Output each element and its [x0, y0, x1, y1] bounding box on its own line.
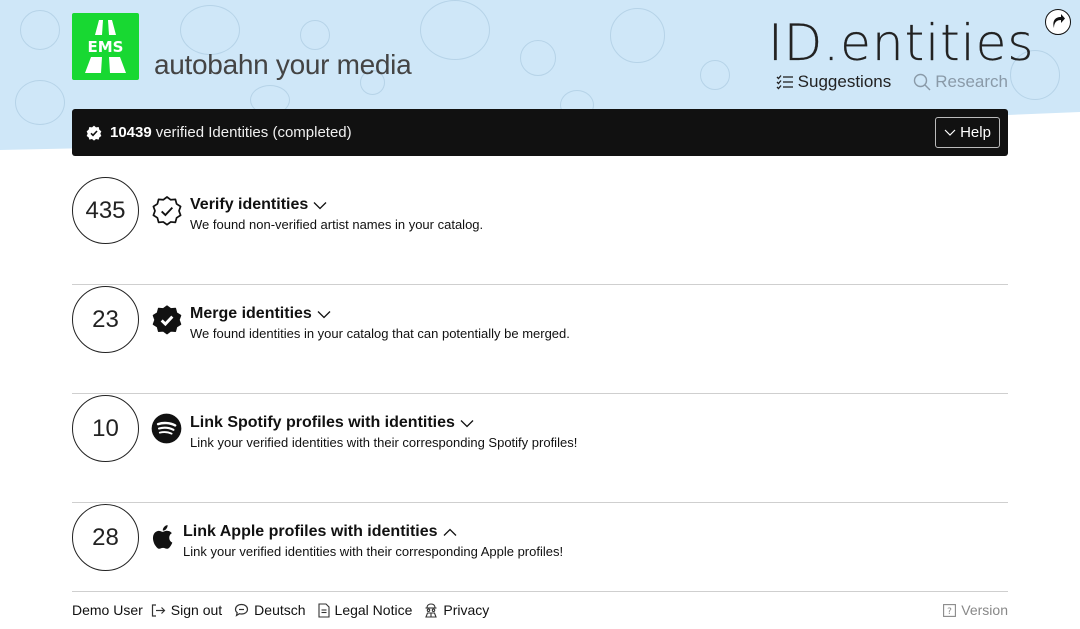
legal-notice-link[interactable]: Legal Notice: [317, 602, 413, 618]
footer: Demo User Sign out Deutsch Legal Notice …: [72, 602, 1008, 618]
version-link[interactable]: ? Version: [943, 602, 1008, 618]
search-icon: [914, 73, 931, 91]
spotify-icon: [151, 413, 182, 444]
privacy-link[interactable]: Privacy: [424, 602, 489, 618]
task-title: Merge identities: [190, 305, 312, 322]
chevron-down-icon: [317, 310, 331, 318]
nav-research[interactable]: Research: [913, 72, 1008, 92]
language-label: Deutsch: [254, 602, 306, 618]
chevron-down-icon: [313, 201, 327, 209]
task-count: 435: [72, 177, 139, 244]
task-title-toggle[interactable]: Link Spotify profiles with identities: [190, 414, 577, 432]
curved-arrow-icon: [1053, 14, 1065, 28]
nav-research-label: Research: [935, 72, 1008, 91]
ems-logo[interactable]: EMS: [72, 13, 139, 80]
app-title: ID.entities: [768, 14, 1035, 72]
checklist-icon: [776, 75, 793, 90]
task-merge-identities: 23 Merge identities We found identities …: [72, 285, 1008, 394]
document-icon: [317, 602, 330, 618]
current-user: Demo User: [72, 602, 143, 618]
main-nav: Suggestions Research: [776, 72, 1008, 92]
task-verify-identities: 435 Verify identities We found non-verif…: [72, 176, 1008, 285]
task-count: 10: [72, 395, 139, 462]
sign-out-icon: [151, 603, 166, 617]
nav-suggestions-label: Suggestions: [797, 72, 892, 91]
privacy-label: Privacy: [443, 602, 490, 618]
verified-count: 10439: [110, 124, 152, 141]
chevron-up-icon: [443, 528, 457, 536]
speech-bubble-icon: [235, 603, 249, 617]
task-description: Link your verified identities with their…: [190, 435, 578, 450]
badge-check-outline-icon: [152, 196, 182, 226]
badge-check-filled-icon: [152, 305, 182, 335]
task-title-toggle[interactable]: Verify identities: [190, 196, 483, 214]
help-label: Help: [960, 124, 991, 141]
task-count: 28: [72, 504, 139, 571]
task-title: Link Apple profiles with identities: [183, 523, 438, 540]
help-square-icon: ?: [943, 603, 957, 617]
badge-check-icon: [86, 125, 102, 141]
legal-notice-label: Legal Notice: [334, 602, 413, 618]
task-title-toggle[interactable]: Link Apple profiles with identities: [183, 523, 563, 541]
language-link[interactable]: Deutsch: [234, 602, 306, 618]
task-count: 23: [72, 286, 139, 353]
task-title: Link Spotify profiles with identities: [190, 414, 455, 431]
svg-text:?: ?: [947, 607, 952, 617]
sign-out-label: Sign out: [170, 602, 223, 618]
sign-out-link[interactable]: Sign out: [151, 602, 222, 618]
logo-text: EMS: [88, 38, 124, 56]
version-label: Version: [961, 602, 1008, 618]
task-description: We found identities in your catalog that…: [190, 326, 570, 341]
task-title-toggle[interactable]: Merge identities: [190, 305, 570, 323]
help-button[interactable]: Help: [935, 117, 1000, 148]
chevron-down-icon: [460, 419, 474, 427]
external-link-button[interactable]: [1045, 9, 1071, 35]
task-title: Verify identities: [190, 196, 309, 213]
task-link-spotify: 10 Link Spotify profiles with identities…: [72, 394, 1008, 503]
privacy-user-icon: [425, 602, 438, 618]
chevron-down-icon: [944, 129, 956, 136]
nav-suggestions[interactable]: Suggestions: [776, 72, 892, 92]
verification-status-bar: 10439 verified Identities (completed) He…: [72, 109, 1008, 156]
task-link-apple: 28 Link Apple profiles with identities L…: [72, 503, 1008, 592]
task-description: Link your verified identities with their…: [183, 544, 564, 559]
apple-icon: [152, 525, 173, 549]
task-description: We found non-verified artist names in yo…: [190, 217, 484, 232]
verified-label: verified Identities (completed): [155, 124, 352, 141]
brand-tagline: autobahn your media: [154, 49, 412, 80]
